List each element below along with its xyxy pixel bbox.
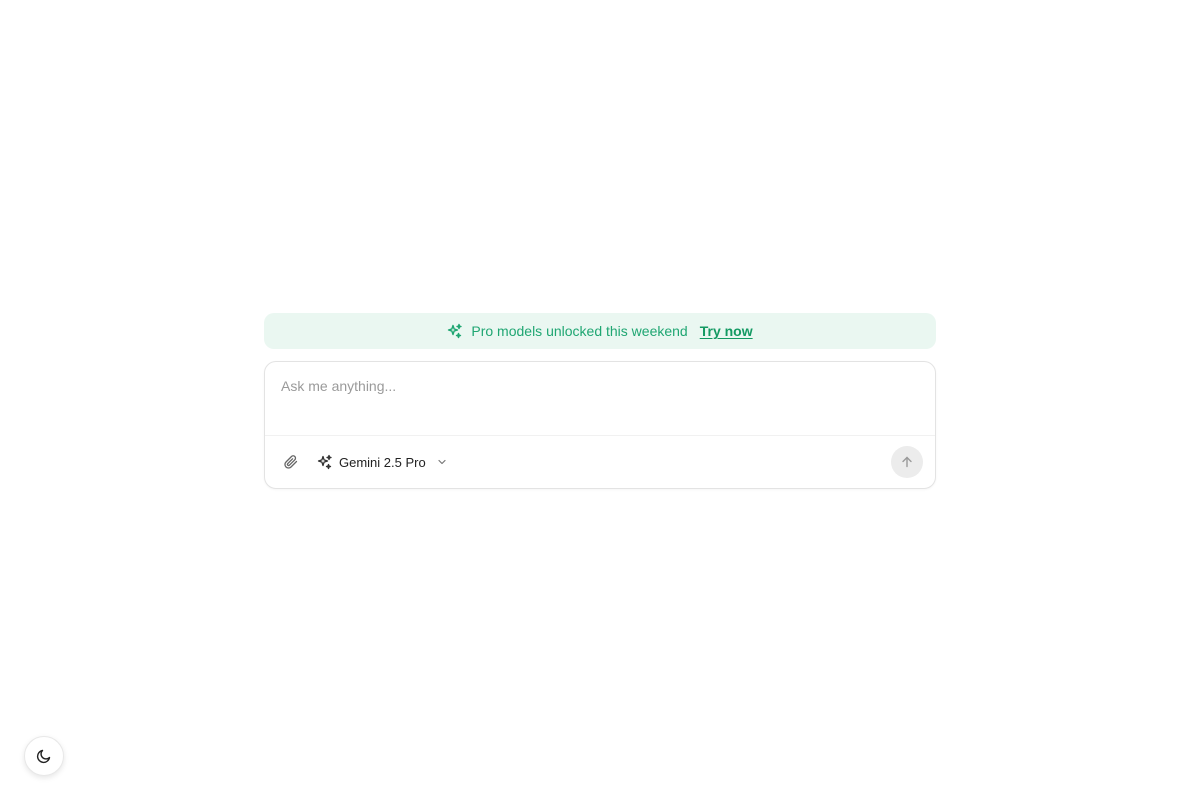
model-selector[interactable]: Gemini 2.5 Pro: [317, 450, 448, 474]
composer-toolbar: Gemini 2.5 Pro: [265, 436, 935, 488]
chevron-down-icon: [436, 456, 448, 468]
send-button[interactable]: [891, 446, 923, 478]
try-now-link[interactable]: Try now: [700, 323, 753, 339]
attach-button[interactable]: [281, 452, 301, 472]
theme-toggle-button[interactable]: [24, 736, 64, 776]
paperclip-icon: [283, 454, 299, 470]
moon-icon: [36, 748, 52, 764]
sparkles-icon: [317, 454, 333, 470]
model-label: Gemini 2.5 Pro: [339, 454, 426, 470]
promo-banner: Pro models unlocked this weekend Try now: [264, 313, 936, 349]
sparkles-icon: [447, 323, 463, 339]
page: Pro models unlocked this weekend Try now: [0, 0, 1200, 800]
prompt-input[interactable]: [281, 378, 901, 430]
arrow-up-icon: [900, 455, 914, 469]
chat-composer: Gemini 2.5 Pro: [264, 361, 936, 489]
promo-message: Pro models unlocked this weekend: [471, 323, 688, 339]
